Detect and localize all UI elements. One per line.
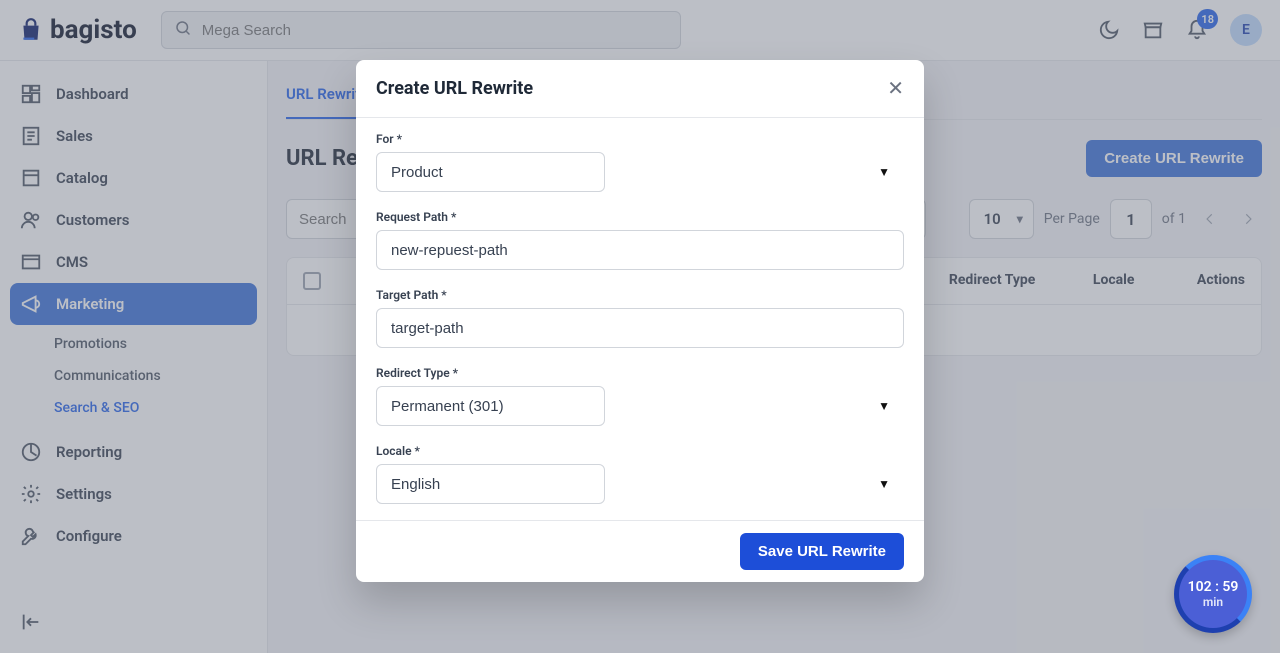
create-url-rewrite-modal: Create URL Rewrite ✕ For * ▼ Request Pat…	[356, 60, 924, 582]
timer-widget[interactable]: 102 : 59 min	[1174, 555, 1252, 633]
target-path-label: Target Path *	[376, 288, 904, 302]
timer-value: 102 : 59	[1188, 579, 1239, 595]
chevron-down-icon: ▼	[878, 399, 890, 413]
for-label: For *	[376, 132, 904, 146]
redirect-type-label: Redirect Type *	[376, 366, 904, 380]
chevron-down-icon: ▼	[878, 477, 890, 491]
save-url-rewrite-button[interactable]: Save URL Rewrite	[740, 533, 904, 570]
close-icon[interactable]: ✕	[887, 76, 904, 101]
timer-unit: min	[1203, 595, 1223, 609]
request-path-input[interactable]	[376, 230, 904, 270]
chevron-down-icon: ▼	[878, 165, 890, 179]
redirect-type-select[interactable]	[376, 386, 605, 426]
modal-overlay[interactable]: Create URL Rewrite ✕ For * ▼ Request Pat…	[0, 0, 1280, 653]
for-select[interactable]	[376, 152, 605, 192]
target-path-input[interactable]	[376, 308, 904, 348]
locale-label: Locale *	[376, 444, 904, 458]
request-path-label: Request Path *	[376, 210, 904, 224]
modal-title: Create URL Rewrite	[376, 78, 533, 99]
locale-select[interactable]	[376, 464, 605, 504]
